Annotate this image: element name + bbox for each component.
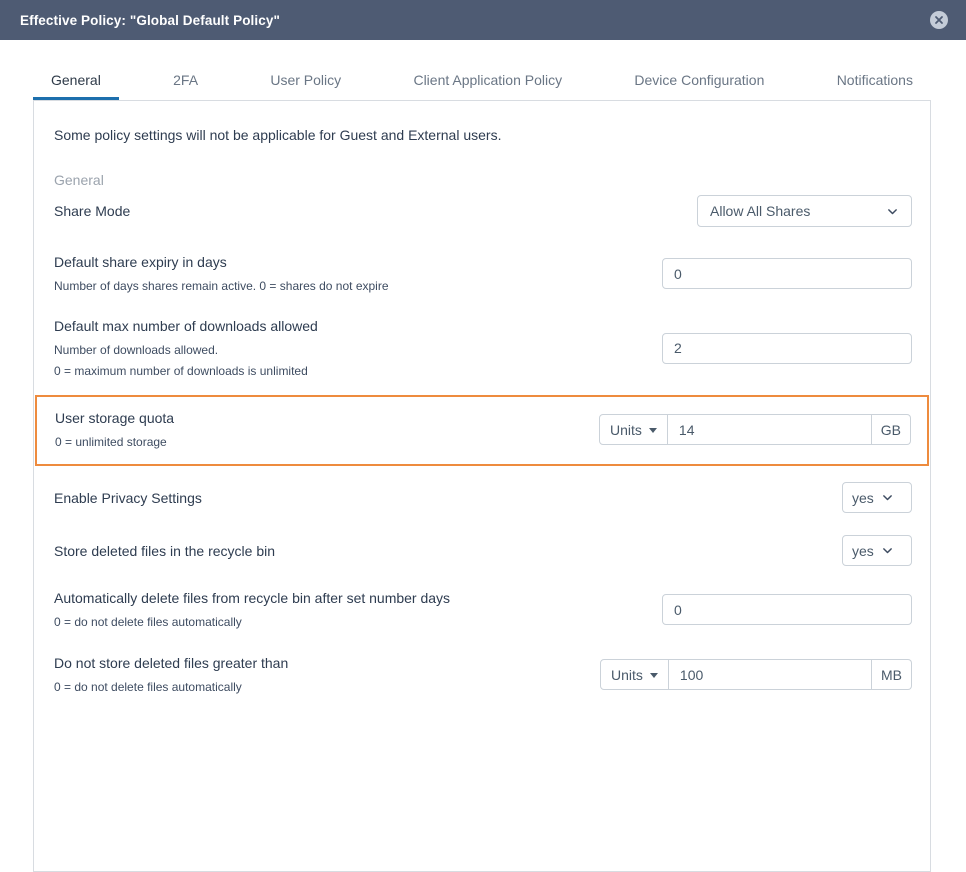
recycle-bin-label: Store deleted files in the recycle bin: [54, 543, 275, 559]
recycle-bin-select[interactable]: yes: [842, 535, 912, 566]
auto-delete-label: Automatically delete files from recycle …: [54, 590, 450, 606]
max-deleted-size-row: Do not store deleted files greater than …: [54, 655, 912, 694]
storage-quota-input[interactable]: [668, 414, 872, 445]
close-button[interactable]: [930, 11, 948, 29]
max-deleted-size-text: Do not store deleted files greater than …: [54, 655, 288, 694]
auto-delete-text: Automatically delete files from recycle …: [54, 590, 450, 629]
max-deleted-size-units-button[interactable]: Units: [600, 659, 669, 690]
max-deleted-size-units-label: Units: [611, 667, 643, 683]
tab-2fa[interactable]: 2FA: [155, 62, 216, 100]
dialog-title: Effective Policy: "Global Default Policy…: [20, 13, 280, 28]
tab-client-application-policy[interactable]: Client Application Policy: [395, 62, 580, 100]
storage-quota-row: User storage quota 0 = unlimited storage…: [55, 410, 911, 449]
tab-bar: General 2FA User Policy Client Applicati…: [33, 62, 931, 100]
storage-quota-text: User storage quota 0 = unlimited storage: [55, 410, 174, 449]
tab-user-policy[interactable]: User Policy: [252, 62, 359, 100]
share-expiry-input[interactable]: [662, 258, 912, 289]
share-mode-select[interactable]: Allow All Shares: [697, 195, 912, 227]
storage-quota-label: User storage quota: [55, 410, 174, 426]
recycle-bin-value: yes: [852, 543, 874, 559]
share-expiry-row: Default share expiry in days Number of d…: [54, 254, 912, 293]
max-downloads-row: Default max number of downloads allowed …: [54, 318, 912, 378]
share-expiry-label: Default share expiry in days: [54, 254, 389, 270]
tab-device-configuration[interactable]: Device Configuration: [616, 62, 782, 100]
caret-down-icon: [650, 673, 658, 678]
share-mode-value: Allow All Shares: [710, 203, 810, 219]
tab-notifications[interactable]: Notifications: [819, 62, 931, 100]
storage-quota-units-button[interactable]: Units: [599, 414, 668, 445]
max-downloads-input[interactable]: [662, 333, 912, 364]
max-deleted-size-input[interactable]: [669, 659, 872, 690]
max-deleted-size-help: 0 = do not delete files automatically: [54, 680, 288, 694]
section-label-general: General: [54, 172, 912, 188]
privacy-select[interactable]: yes: [842, 482, 912, 513]
share-expiry-help: Number of days shares remain active. 0 =…: [54, 279, 389, 293]
recycle-bin-row: Store deleted files in the recycle bin y…: [54, 535, 912, 566]
max-deleted-size-label: Do not store deleted files greater than: [54, 655, 288, 671]
auto-delete-row: Automatically delete files from recycle …: [54, 590, 912, 629]
max-downloads-label: Default max number of downloads allowed: [54, 318, 318, 334]
max-deleted-size-unit-suffix: MB: [872, 659, 912, 690]
storage-quota-units-group: Units GB: [599, 414, 911, 445]
max-downloads-help-1: Number of downloads allowed.: [54, 343, 318, 357]
privacy-label: Enable Privacy Settings: [54, 490, 202, 506]
general-tab-panel: Some policy settings will not be applica…: [33, 100, 931, 872]
auto-delete-input[interactable]: [662, 594, 912, 625]
auto-delete-help: 0 = do not delete files automatically: [54, 615, 450, 629]
share-mode-row: Share Mode Allow All Shares: [54, 195, 912, 227]
caret-down-icon: [649, 428, 657, 433]
storage-quota-help: 0 = unlimited storage: [55, 435, 174, 449]
storage-quota-highlight: User storage quota 0 = unlimited storage…: [35, 395, 929, 466]
privacy-row: Enable Privacy Settings yes: [54, 482, 912, 513]
privacy-value: yes: [852, 490, 874, 506]
chevron-down-icon: [886, 205, 899, 218]
close-icon: [934, 15, 944, 25]
max-deleted-size-units-group: Units MB: [600, 659, 912, 690]
tab-general[interactable]: General: [33, 62, 119, 100]
storage-quota-unit-suffix: GB: [872, 414, 911, 445]
max-downloads-help-2: 0 = maximum number of downloads is unlim…: [54, 364, 318, 378]
chevron-down-icon: [881, 544, 894, 557]
share-mode-label: Share Mode: [54, 203, 130, 219]
max-downloads-text: Default max number of downloads allowed …: [54, 318, 318, 378]
chevron-down-icon: [881, 491, 894, 504]
storage-quota-units-label: Units: [610, 422, 642, 438]
dialog-header: Effective Policy: "Global Default Policy…: [0, 0, 966, 40]
policy-notice: Some policy settings will not be applica…: [54, 127, 912, 143]
share-expiry-text: Default share expiry in days Number of d…: [54, 254, 389, 293]
